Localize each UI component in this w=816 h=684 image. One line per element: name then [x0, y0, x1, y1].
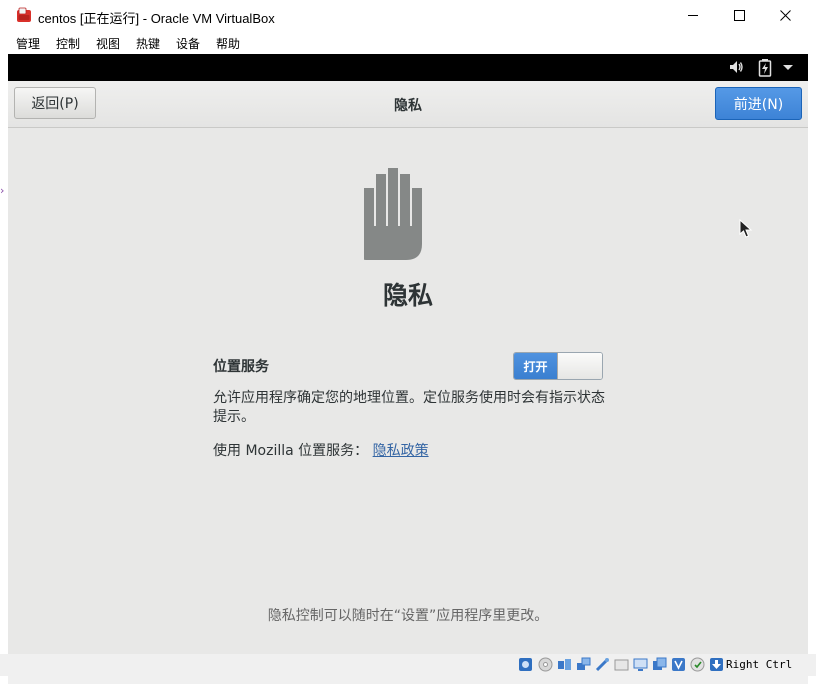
location-services-label: 位置服务 [213, 359, 269, 375]
menu-hotkeys[interactable]: 热键 [136, 35, 160, 52]
display-icon[interactable] [633, 657, 648, 672]
minimize-button[interactable] [670, 0, 716, 31]
menu-bar: 管理 控制 视图 热键 设备 帮助 [0, 31, 816, 54]
toggle-knob[interactable] [557, 353, 602, 379]
volume-icon[interactable] [728, 59, 744, 75]
menu-control[interactable]: 控制 [56, 35, 80, 52]
minimize-icon [687, 15, 698, 16]
privacy-hand-icon [364, 168, 422, 260]
hard-disk-icon[interactable] [518, 657, 533, 672]
vbox-icon[interactable] [671, 657, 686, 672]
mozilla-location-text: 使用 Mozilla 位置服务： [213, 443, 369, 459]
page-heading: 隐私 [382, 281, 433, 310]
battery-icon[interactable] [758, 59, 772, 77]
system-menu-arrow-icon[interactable] [782, 59, 794, 75]
host-key-label: Right Ctrl [726, 658, 793, 671]
mouse-integration-icon[interactable] [690, 657, 705, 672]
next-button[interactable]: 前进(N) [715, 87, 802, 120]
header-title: 隐私 [394, 98, 422, 114]
close-icon [779, 10, 791, 21]
video-capture-icon[interactable] [652, 657, 667, 672]
shared-folders-icon[interactable] [614, 657, 629, 672]
menu-help[interactable]: 帮助 [216, 35, 240, 52]
menu-manage[interactable]: 管理 [16, 35, 40, 52]
toggle-state-label: 打开 [514, 353, 557, 379]
virtualbox-app-icon [17, 7, 31, 22]
guest-top-bar [8, 54, 808, 81]
title-bar[interactable]: centos [正在运行] - Oracle VM VirtualBox [0, 0, 816, 31]
setup-header: 返回(P) 隐私 前进(N) [8, 81, 808, 128]
vm-display[interactable]: 返回(P) 隐私 前进(N) 隐私 位置服务 打开 允许应用程序确定您的地理位置… [8, 54, 808, 654]
window-title: centos [正在运行] - Oracle VM VirtualBox [38, 11, 275, 26]
close-button[interactable] [762, 0, 808, 31]
optical-drive-icon[interactable] [538, 657, 553, 672]
privacy-footer-note: 隐私控制可以随时在“设置”应用程序里更改。 [267, 608, 549, 624]
privacy-policy-link[interactable]: 隐私政策 [373, 443, 429, 459]
mouse-pointer-icon [739, 219, 753, 238]
keyboard-icon[interactable] [709, 657, 724, 672]
maximize-icon [733, 10, 745, 21]
mozilla-location-line: 使用 Mozilla 位置服务： 隐私政策 [213, 440, 429, 460]
menu-view[interactable]: 视图 [96, 35, 120, 52]
audio-icon[interactable] [557, 657, 572, 672]
location-services-toggle[interactable]: 打开 [513, 352, 603, 380]
network-icon[interactable] [576, 657, 591, 672]
maximize-button[interactable] [716, 0, 762, 31]
virtualbox-window: centos [正在运行] - Oracle VM VirtualBox 管理 … [0, 0, 816, 684]
usb-icon[interactable] [595, 657, 610, 672]
menu-devices[interactable]: 设备 [176, 35, 200, 52]
location-description: 允许应用程序确定您的地理位置。定位服务使用时会有指示状态提示。 [213, 390, 605, 425]
